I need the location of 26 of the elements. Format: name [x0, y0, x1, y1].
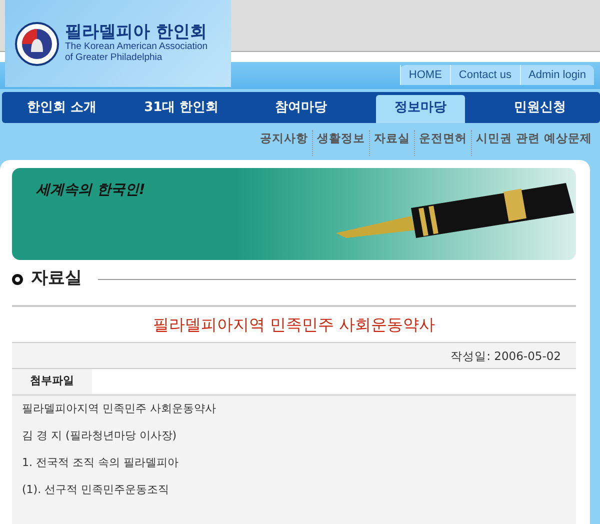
logo-subtitle: The Korean American Association of Greater Philadelphia — [65, 42, 208, 64]
nav-tab[interactable]: 참여마당 — [256, 95, 346, 123]
top-link[interactable]: HOME — [400, 65, 450, 85]
article-paragraph: 필라델피아지역 민족민주 사회운동약사 — [22, 402, 217, 416]
article-paragraph: 김 경 지 (필라청년마당 이사장) — [22, 428, 178, 444]
article-date: 작성일: 2006-05-02 — [12, 342, 576, 369]
sub-nav-link[interactable]: 운전면허 — [414, 130, 471, 156]
nav-tab[interactable]: 민원신청 — [495, 95, 585, 123]
sub-nav-link[interactable]: 자료실 — [368, 130, 414, 156]
nav-tab[interactable]: 한인회 소개 — [17, 95, 107, 123]
sub-nav-link[interactable]: 공지사항 — [256, 130, 312, 156]
bullet-icon — [12, 274, 23, 284]
emblem-icon — [15, 22, 59, 66]
article-paragraph: 1. 전국적 조직 속의 필라델피아 — [22, 456, 180, 470]
top-link[interactable]: Admin login — [520, 65, 594, 85]
nav-tab[interactable]: 31대 한인회 — [136, 95, 226, 123]
section-title: 자료실 — [31, 267, 82, 290]
attachment-tab[interactable]: 첨부파일 — [12, 369, 92, 394]
sub-nav-link[interactable]: 생활정보 — [312, 130, 369, 156]
logo-title: 필라델피아 한인회 — [65, 23, 208, 42]
sub-nav-link[interactable]: 시민권 관련 예상문제 — [470, 130, 596, 156]
article-paragraph: (1). 선구적 민족민주운동조직 — [22, 483, 170, 498]
nav-tab[interactable]: 정보마당 — [376, 95, 466, 123]
top-link[interactable]: Contact us — [450, 65, 520, 85]
logo-panel[interactable]: 필라델피아 한인회 The Korean American Association of Greater Philadelphia — [5, 0, 231, 87]
banner-slogan: 세계속의 한국인! — [36, 181, 146, 200]
